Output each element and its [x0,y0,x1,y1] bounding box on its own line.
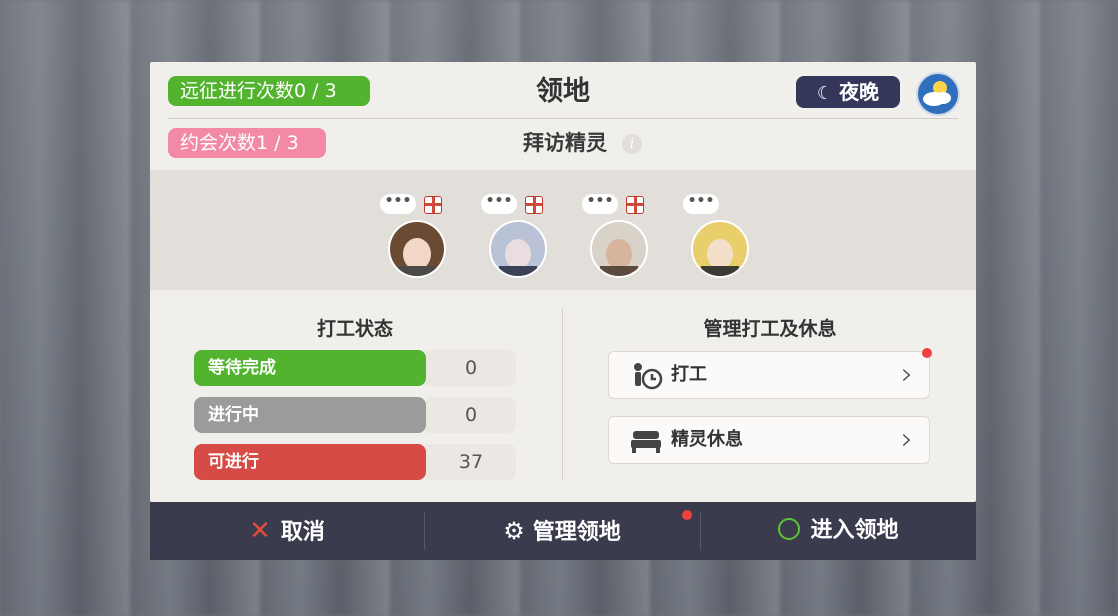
expedition-count-badge: 远征进行次数0 / 3 [168,76,370,106]
status-row-available: 可进行 37 [194,444,516,480]
enter-territory-label: 进入领地 [810,518,899,543]
time-label: 夜晚 [839,80,880,104]
status-value: 0 [426,397,516,433]
manage-work-rest-title: 管理打工及休息 [703,318,837,340]
work-button-label: 打工 [671,364,707,385]
moon-icon: ☾ [816,83,834,104]
avatar [691,220,749,278]
chat-bubble-icon: ••• [380,194,416,214]
spirit-avatar-1[interactable]: ••• [380,194,450,278]
status-row-waiting: 等待完成 0 [194,350,516,386]
notification-dot [682,510,692,520]
status-value: 37 [426,444,516,480]
close-icon: ✕ [249,516,271,546]
chevron-right-icon: › [901,422,913,457]
manage-territory-button[interactable]: ⚙ 管理领地 [425,502,699,560]
territory-dialog: 远征进行次数0 / 3 领地 ☾ 夜晚 约会次数1 / 3 拜访精灵 i ••• … [150,62,976,502]
gift-icon [525,196,543,214]
spirit-avatar-2[interactable]: ••• [481,194,551,278]
night-time-badge: ☾ 夜晚 [796,76,900,108]
section-divider [562,308,563,480]
status-label: 可进行 [194,444,426,480]
work-button[interactable]: 打工 › [608,351,930,399]
footer-bar: ✕ 取消 ⚙ 管理领地 进入领地 [150,502,976,560]
status-row-in-progress: 进行中 0 [194,397,516,433]
status-label: 进行中 [194,397,426,433]
dialog-title: 领地 [536,76,590,107]
gear-icon: ⚙ [503,517,525,545]
avatar [388,220,446,278]
avatar [590,220,648,278]
avatar [489,220,547,278]
circle-confirm-icon [778,518,801,540]
cancel-label: 取消 [280,520,325,545]
visit-spirits-heading: 拜访精灵 [523,131,607,155]
status-label: 等待完成 [194,350,426,386]
spirit-avatar-strip: ••• ••• ••• ••• [150,170,976,290]
spirit-avatar-3[interactable]: ••• [582,194,652,278]
work-status-title: 打工状态 [316,318,393,340]
spirit-avatar-4[interactable]: ••• [683,194,753,278]
spirit-rest-button[interactable]: 精灵休息 › [608,416,930,464]
work-timer-icon [629,362,663,390]
weather-icon[interactable] [916,72,960,116]
date-count-badge: 约会次数1 / 3 [168,128,326,158]
gift-icon [626,196,644,214]
chat-bubble-icon: ••• [683,194,719,214]
chat-bubble-icon: ••• [481,194,517,214]
spirit-rest-button-label: 精灵休息 [671,429,743,450]
status-value: 0 [426,350,516,386]
manage-territory-label: 管理领地 [532,520,621,545]
chevron-right-icon: › [901,357,913,392]
header-divider [168,118,958,119]
gift-icon [424,196,442,214]
cancel-button[interactable]: ✕ 取消 [150,502,424,560]
enter-territory-button[interactable]: 进入领地 [701,502,976,560]
chat-bubble-icon: ••• [582,194,618,214]
info-icon[interactable]: i [622,134,642,154]
notification-dot [922,348,932,358]
bed-icon [629,427,663,455]
